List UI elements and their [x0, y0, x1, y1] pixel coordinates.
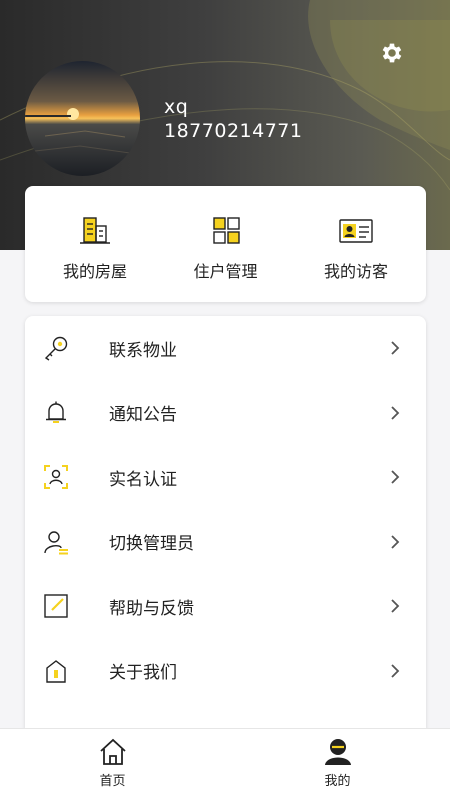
edit-icon — [44, 594, 68, 618]
grid-icon — [212, 217, 240, 244]
avatar[interactable] — [25, 61, 140, 176]
home-badge-icon — [46, 659, 66, 683]
key-icon — [44, 337, 68, 361]
face-scan-icon — [44, 465, 68, 490]
menu-item-notices[interactable]: 通知公告 — [25, 381, 426, 446]
tab-home[interactable]: 首页 — [0, 729, 225, 800]
menu-item-label: 通知公告 — [109, 405, 177, 426]
switch-user-icon — [44, 531, 68, 555]
menu-item-real-name-auth[interactable]: 实名认证 — [25, 445, 426, 510]
quick-action-label: 我的房屋 — [62, 262, 127, 281]
menu-item-label: 实名认证 — [109, 469, 177, 490]
user-name: xq — [164, 96, 189, 118]
tab-mine[interactable]: 我的 — [225, 729, 450, 800]
chevron-right-icon — [391, 599, 400, 613]
menu-item-help-feedback[interactable]: 帮助与反馈 — [25, 574, 426, 639]
resident-management-button[interactable]: 住户管理 — [166, 186, 286, 302]
quick-actions-card: 我的房屋 住户管理 我的访客 — [25, 186, 426, 302]
chevron-right-icon — [391, 664, 400, 678]
user-phone: 18770214771 — [164, 120, 303, 142]
menu-item-label: 关于我们 — [109, 663, 177, 684]
my-visitors-button[interactable]: 我的访客 — [296, 186, 416, 302]
chevron-right-icon — [391, 341, 400, 355]
chevron-right-icon — [391, 535, 400, 549]
bell-icon — [46, 401, 66, 423]
chevron-right-icon — [391, 470, 400, 484]
menu-item-about-us[interactable]: 关于我们 — [25, 639, 426, 704]
chevron-right-icon — [391, 406, 400, 420]
menu-item-label: 帮助与反馈 — [109, 598, 194, 619]
menu-item-label: 切换管理员 — [109, 534, 194, 555]
my-house-button[interactable]: 我的房屋 — [35, 186, 155, 302]
building-icon — [80, 217, 110, 244]
tab-label: 我的 — [324, 774, 351, 789]
bottom-tab-bar: 首页 我的 — [0, 728, 450, 800]
id-card-icon — [339, 219, 373, 243]
home-icon — [99, 738, 126, 765]
gear-icon[interactable] — [379, 40, 405, 66]
menu-list: 联系物业 通知公告 实名认证 切换管理员 帮助与反馈 关于我们 — [25, 316, 426, 736]
menu-item-switch-admin[interactable]: 切换管理员 — [25, 510, 426, 575]
quick-action-label: 住户管理 — [193, 262, 258, 281]
profile-icon — [324, 739, 351, 765]
tab-label: 首页 — [99, 774, 126, 789]
menu-item-contact-property[interactable]: 联系物业 — [25, 316, 426, 381]
quick-action-label: 我的访客 — [323, 262, 388, 281]
menu-item-label: 联系物业 — [109, 340, 177, 361]
